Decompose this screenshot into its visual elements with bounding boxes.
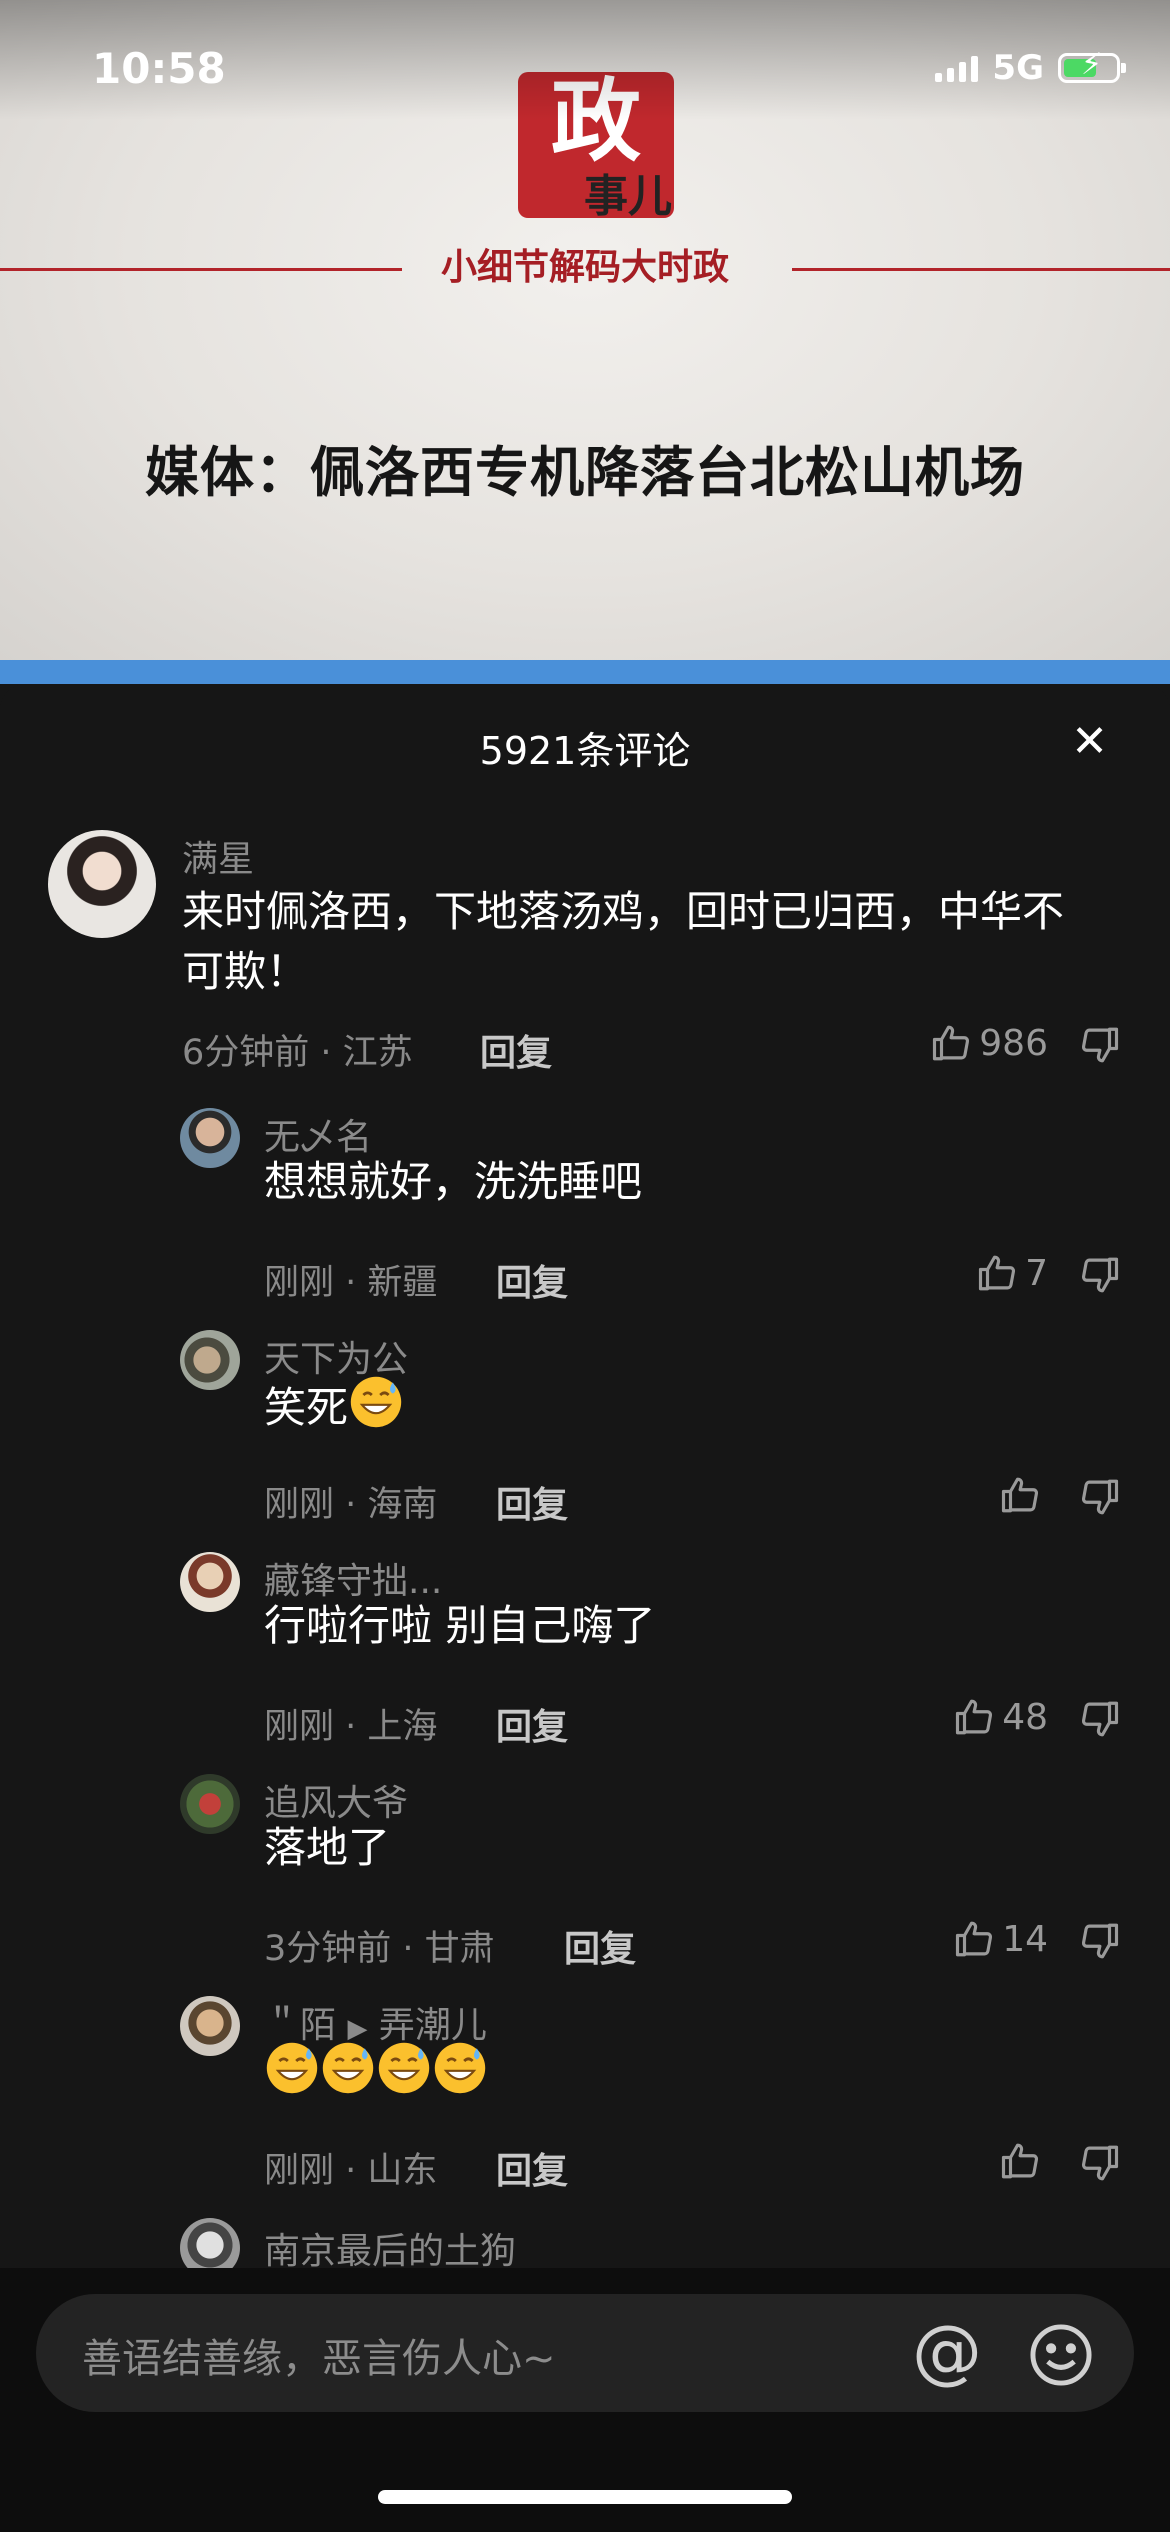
comment-text: 落地了 bbox=[264, 1823, 391, 1872]
avatar[interactable] bbox=[180, 1108, 240, 1168]
comment-username[interactable]: 南京最后的土狗 bbox=[264, 2222, 516, 2274]
like-count: 986 bbox=[979, 1022, 1048, 1064]
comment-input-placeholder: 善语结善缘，恶言伤人心~ bbox=[82, 2336, 556, 2382]
video-progress-strip bbox=[0, 660, 1170, 684]
thumbs-down-icon bbox=[1081, 1027, 1119, 1063]
network-type: 5G bbox=[992, 48, 1044, 88]
at-icon[interactable]: @ bbox=[912, 2316, 982, 2386]
comment-meta: 刚刚 · 上海 bbox=[264, 1707, 438, 1747]
avatar[interactable] bbox=[48, 830, 156, 938]
signal-icon bbox=[935, 54, 979, 82]
video-preview[interactable]: 政 事儿 小细节解码大时政 媒体：佩洛西专机降落台北松山机场 bbox=[0, 0, 1170, 660]
grin-sweat-emoji bbox=[378, 2042, 430, 2094]
reply-button[interactable]: 回复 bbox=[496, 1254, 568, 1306]
like-button[interactable]: 14 bbox=[954, 1918, 1048, 1960]
dislike-button[interactable] bbox=[1078, 1476, 1120, 1522]
reply-button[interactable]: 回复 bbox=[564, 1920, 636, 1972]
reply-button[interactable]: 回复 bbox=[496, 1698, 568, 1750]
avatar[interactable] bbox=[180, 1996, 240, 2056]
comment-meta: 6分钟前 · 江苏 bbox=[182, 1033, 413, 1073]
comment-input[interactable]: 善语结善缘，恶言伤人心~ @ bbox=[36, 2294, 1134, 2412]
reply-button[interactable]: 回复 bbox=[496, 1476, 568, 1528]
like-button[interactable]: 48 bbox=[954, 1696, 1048, 1738]
logo-big-text: 政 bbox=[551, 68, 641, 174]
reply-button[interactable]: 回复 bbox=[496, 2142, 568, 2194]
comment-meta: 刚刚 · 山东 bbox=[264, 2151, 438, 2191]
thumbs-up-icon bbox=[977, 1252, 1019, 1294]
thumbs-up-icon bbox=[1000, 1474, 1042, 1516]
comment-meta: 刚刚 · 新疆 bbox=[264, 1263, 438, 1303]
thumbs-up-icon bbox=[954, 1696, 996, 1738]
thumbs-up-icon bbox=[1000, 2140, 1042, 2182]
thumbs-down-icon bbox=[1081, 2145, 1119, 2181]
like-button[interactable] bbox=[1000, 2140, 1048, 2182]
dislike-button[interactable] bbox=[1078, 1698, 1120, 1744]
dislike-button[interactable] bbox=[1078, 1254, 1120, 1300]
avatar[interactable] bbox=[180, 1330, 240, 1390]
thumbs-up-icon bbox=[931, 1022, 973, 1064]
thumbs-down-icon bbox=[1081, 1701, 1119, 1737]
avatar[interactable] bbox=[180, 1552, 240, 1612]
thumbs-down-icon bbox=[1081, 1923, 1119, 1959]
reply-button[interactable]: 回复 bbox=[480, 1024, 552, 1076]
comment-text: 想想就好，洗洗睡吧 bbox=[264, 1157, 643, 1206]
like-count: 48 bbox=[1002, 1696, 1048, 1738]
battery-icon: ⚡ bbox=[1058, 50, 1126, 83]
status-indicators: 5G ⚡ bbox=[935, 48, 1126, 88]
thumbs-down-icon bbox=[1081, 1479, 1119, 1515]
grin-sweat-emoji bbox=[350, 1376, 402, 1428]
comment-meta: 刚刚 · 海南 bbox=[264, 1485, 438, 1525]
logo-small-text: 事儿 bbox=[584, 171, 672, 222]
close-icon[interactable]: ✕ bbox=[1071, 720, 1108, 764]
comment-meta: 3分钟前 · 甘肃 bbox=[264, 1929, 495, 1969]
smile-icon[interactable] bbox=[1028, 2322, 1094, 2392]
comments-count-title: 5921条评论 bbox=[479, 729, 691, 773]
home-indicator[interactable] bbox=[378, 2490, 792, 2504]
dislike-button[interactable] bbox=[1078, 1920, 1120, 1966]
dislike-button[interactable] bbox=[1078, 1024, 1120, 1070]
like-count: 14 bbox=[1002, 1918, 1048, 1960]
video-tagline: 小细节解码大时政 bbox=[440, 246, 729, 288]
comment-text: 笑死 bbox=[264, 1374, 1044, 1438]
grin-sweat-emoji bbox=[322, 2042, 374, 2094]
comment-username[interactable]: 满星 bbox=[182, 830, 254, 882]
comment-text: 来时佩洛西，下地落汤鸡，回时已归西，中华不可欺！ bbox=[182, 887, 1065, 996]
like-button[interactable]: 7 bbox=[977, 1252, 1048, 1294]
grin-sweat-emoji bbox=[434, 2042, 486, 2094]
grin-sweat-emoji bbox=[266, 2042, 318, 2094]
thumbs-down-icon bbox=[1081, 1257, 1119, 1293]
avatar[interactable] bbox=[180, 1774, 240, 1834]
status-time: 10:58 bbox=[92, 44, 226, 93]
like-button[interactable] bbox=[1000, 1474, 1048, 1516]
video-headline: 媒体：佩洛西专机降落台北松山机场 bbox=[145, 441, 1025, 504]
comment-text: 行啦行啦 别自己嗨了 bbox=[264, 1601, 656, 1650]
thumbs-up-icon bbox=[954, 1918, 996, 1960]
comment-text bbox=[264, 2040, 1044, 2104]
like-button[interactable]: 986 bbox=[931, 1022, 1048, 1064]
dislike-button[interactable] bbox=[1078, 2142, 1120, 2188]
like-count: 7 bbox=[1025, 1252, 1048, 1294]
